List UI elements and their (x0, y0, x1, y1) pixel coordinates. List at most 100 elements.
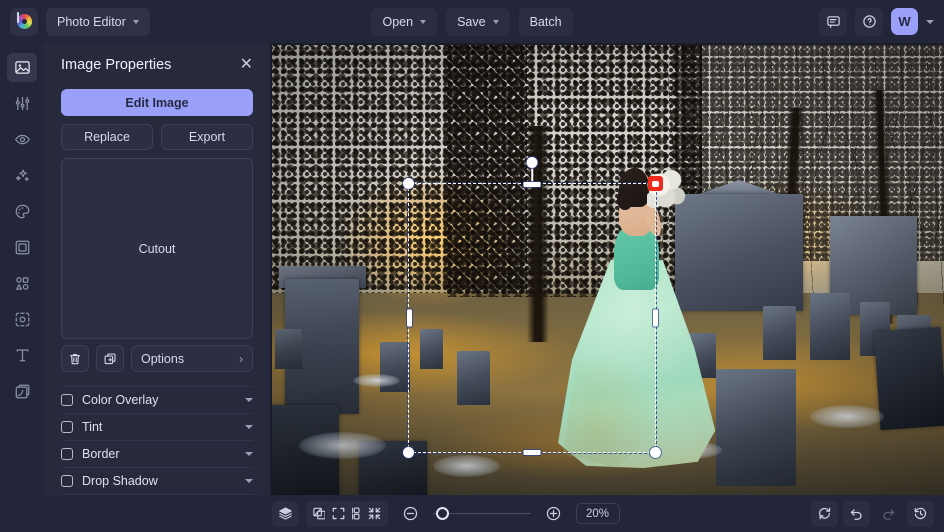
zoom-level-value[interactable]: 20% (576, 503, 620, 524)
history-button[interactable] (907, 501, 934, 527)
list-item[interactable]: Color Overlay (61, 387, 253, 414)
photo-editor-window: Photo Editor Open Save Batch (0, 0, 944, 532)
app-logo-button[interactable] (10, 8, 38, 36)
layers-copy-icon (14, 383, 31, 400)
undo-icon (849, 506, 864, 521)
object-actions-row: Options › (61, 345, 253, 372)
save-button[interactable]: Save (446, 8, 510, 36)
eye-icon (14, 131, 31, 148)
sparkles-icon (14, 167, 31, 184)
zoom-slider[interactable] (433, 507, 531, 521)
top-toolbar-right-group: W (819, 8, 934, 36)
chevron-right-icon: › (239, 352, 243, 366)
chevron-down-icon[interactable] (245, 479, 253, 483)
chevron-down-icon[interactable] (245, 425, 253, 429)
account-chevron-down-icon[interactable] (926, 20, 934, 24)
cutout-button[interactable]: Cutout (61, 158, 253, 339)
reset-icon (817, 506, 832, 521)
image-properties-panel: Image Properties ✕ Edit Image Replace Ex… (44, 43, 270, 495)
sidebar-item-color[interactable] (7, 197, 37, 226)
chevron-down-icon[interactable] (245, 398, 253, 402)
effects-list: Color Overlay Tint Border Drop Shadow (61, 386, 253, 495)
fit-to-screen-icon (331, 506, 346, 521)
undo-button[interactable] (843, 501, 870, 527)
sidebar-item-layers[interactable] (7, 377, 37, 406)
open-label: Open (382, 15, 413, 29)
image-icon (14, 59, 31, 76)
list-item[interactable]: Tint (61, 414, 253, 441)
zoom-out-button[interactable] (397, 501, 424, 527)
replace-export-row: Replace Export (61, 124, 253, 150)
workspace-selector[interactable]: Photo Editor (46, 8, 150, 36)
duplicate-icon (103, 352, 117, 366)
delete-button[interactable] (61, 345, 89, 372)
chevron-down-icon[interactable] (245, 452, 253, 456)
zoom-in-icon (545, 505, 562, 522)
tint-checkbox[interactable] (61, 421, 73, 433)
bottom-center-group: 20% (0, 501, 944, 527)
sidebar-item-adjust[interactable] (7, 89, 37, 118)
open-button[interactable]: Open (371, 8, 437, 36)
zoom-slider-thumb[interactable] (436, 507, 449, 520)
redo-button[interactable] (875, 501, 902, 527)
zoom-out-icon (402, 505, 419, 522)
batch-button[interactable]: Batch (519, 8, 573, 36)
top-toolbar: Photo Editor Open Save Batch (0, 0, 944, 43)
page-title: Image Properties (61, 57, 171, 73)
zoom-in-button[interactable] (540, 501, 567, 527)
export-button[interactable]: Export (161, 124, 253, 150)
panel-header: Image Properties ✕ (61, 57, 253, 73)
sidebar-item-ai-effects[interactable] (7, 161, 37, 190)
image-canvas[interactable] (272, 45, 944, 495)
photo-vignette (272, 45, 944, 495)
canvas-area[interactable] (270, 43, 944, 495)
save-label: Save (457, 15, 486, 29)
batch-label: Batch (530, 15, 562, 29)
palette-icon (14, 203, 31, 220)
zoom-to-fit-button[interactable] (361, 501, 388, 527)
sidebar-item-shapes[interactable] (7, 269, 37, 298)
fit-to-screen-button[interactable] (325, 501, 352, 527)
editor-body: Image Properties ✕ Edit Image Replace Ex… (0, 43, 944, 495)
replace-button[interactable]: Replace (61, 124, 153, 150)
chevron-down-icon (493, 20, 499, 24)
adjust-sliders-icon (14, 95, 31, 112)
reset-button[interactable] (811, 501, 838, 527)
bottom-right-group (811, 501, 934, 527)
sidebar-item-text[interactable] (7, 341, 37, 370)
color-wheel-logo-icon (15, 12, 34, 31)
sidebar-item-image[interactable] (7, 53, 37, 82)
trash-icon (68, 352, 82, 366)
shapes-icon (14, 275, 31, 292)
color-overlay-checkbox[interactable] (61, 394, 73, 406)
options-label: Options (141, 352, 184, 366)
border-checkbox[interactable] (61, 448, 73, 460)
sidebar-item-effects-preview[interactable] (7, 125, 37, 154)
feedback-button[interactable] (819, 8, 847, 36)
tool-rail (0, 43, 44, 495)
workspace-label: Photo Editor (57, 15, 126, 29)
text-icon (14, 347, 31, 364)
effect-label: Tint (82, 420, 236, 434)
chevron-down-icon (133, 20, 139, 24)
zoom-to-fit-icon (367, 506, 382, 521)
crop-overlay-icon (14, 311, 31, 328)
history-icon (913, 506, 928, 521)
help-button[interactable] (855, 8, 883, 36)
edit-image-button[interactable]: Edit Image (61, 89, 253, 116)
list-item[interactable]: Drop Shadow (61, 468, 253, 495)
help-circle-icon (862, 14, 877, 29)
redo-icon (881, 506, 896, 521)
layers-button[interactable] (272, 501, 299, 527)
drop-shadow-checkbox[interactable] (61, 475, 73, 487)
duplicate-button[interactable] (96, 345, 124, 372)
sidebar-item-frame[interactable] (7, 233, 37, 262)
sidebar-item-crop[interactable] (7, 305, 37, 334)
options-button[interactable]: Options › (131, 345, 253, 372)
close-icon[interactable]: ✕ (240, 57, 253, 73)
frame-icon (14, 239, 31, 256)
avatar[interactable]: W (891, 8, 918, 35)
effect-label: Color Overlay (82, 393, 236, 407)
list-item[interactable]: Border (61, 441, 253, 468)
chevron-down-icon (420, 20, 426, 24)
